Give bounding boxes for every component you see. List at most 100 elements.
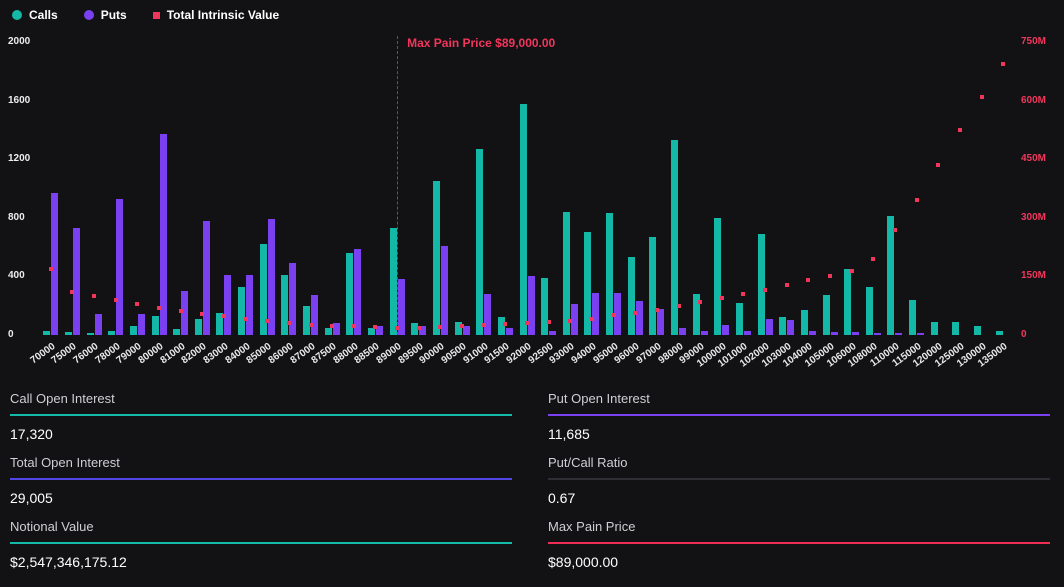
intrinsic-value-dot — [806, 278, 810, 282]
intrinsic-value-dot — [482, 323, 486, 327]
intrinsic-value-dot — [200, 312, 204, 316]
intrinsic-value-dot — [590, 317, 594, 321]
intrinsic-value-dot — [828, 274, 832, 278]
calls-bar — [130, 326, 137, 335]
calls-bar — [909, 300, 916, 335]
intrinsic-value-dot — [958, 128, 962, 132]
max-pain-annotation: Max Pain Price $89,000.00 — [407, 36, 555, 50]
calls-bar — [173, 329, 180, 335]
puts-bar — [809, 331, 816, 335]
calls-bar — [476, 149, 483, 335]
intrinsic-value-dot — [92, 294, 96, 298]
intrinsic-value-dot — [633, 311, 637, 315]
legend-label: Total Intrinsic Value — [167, 8, 279, 22]
intrinsic-value-dot — [438, 325, 442, 329]
stat-label: Put/Call Ratio — [548, 455, 1050, 480]
calls-bar — [714, 218, 721, 335]
calls-bar — [43, 331, 50, 335]
puts-bar — [831, 332, 838, 335]
intrinsic-value-dot — [309, 323, 313, 327]
puts-bar — [354, 249, 361, 335]
intrinsic-value-dot — [677, 304, 681, 308]
right-axis-tick-label: 750M — [1021, 36, 1061, 48]
options-open-interest-dashboard: Calls Puts Total Intrinsic Value Max Pain … — [0, 0, 1064, 587]
left-axis-tick-label: 800 — [8, 212, 42, 224]
calls-bar — [520, 104, 527, 335]
puts-bar — [506, 328, 513, 335]
legend-item-total-intrinsic-value[interactable]: Total Intrinsic Value — [153, 8, 279, 22]
puts-bar — [701, 331, 708, 335]
intrinsic-value-dot — [373, 325, 377, 329]
calls-bar — [238, 287, 245, 335]
stat-value: $2,547,346,175.12 — [10, 544, 512, 570]
puts-bar — [138, 314, 145, 335]
intrinsic-value-dot — [936, 163, 940, 167]
intrinsic-value-dot — [114, 298, 118, 302]
intrinsic-value-dot — [612, 313, 616, 317]
intrinsic-value-dot — [785, 283, 789, 287]
left-axis-tick-label: 2000 — [8, 36, 42, 48]
intrinsic-value-dot — [915, 198, 919, 202]
puts-bar — [95, 314, 102, 335]
calls-bar — [866, 287, 873, 335]
right-axis-tick-label: 0 — [1021, 329, 1061, 341]
stat-card-total-open-interest: Total Open Interest29,005 — [10, 455, 512, 506]
calls-bar — [325, 328, 332, 335]
calls-bar — [433, 181, 440, 335]
puts-bar — [224, 275, 231, 335]
intrinsic-value-dot — [850, 269, 854, 273]
intrinsic-value-dot — [70, 290, 74, 294]
puts-bar — [311, 295, 318, 335]
puts-bar — [528, 276, 535, 335]
puts-bar — [722, 325, 729, 335]
calls-bar — [649, 237, 656, 335]
intrinsic-value-dot — [352, 324, 356, 328]
legend-item-calls[interactable]: Calls — [12, 8, 58, 22]
intrinsic-value-dot — [49, 267, 53, 271]
intrinsic-value-dot — [980, 95, 984, 99]
chart-legend: Calls Puts Total Intrinsic Value — [12, 8, 279, 22]
left-axis-tick-label: 1200 — [8, 153, 42, 165]
puts-bar — [549, 331, 556, 335]
legend-item-puts[interactable]: Puts — [84, 8, 127, 22]
left-axis-tick-label: 1600 — [8, 95, 42, 107]
right-axis-tick-label: 600M — [1021, 95, 1061, 107]
stat-card-put-call-ratio: Put/Call Ratio0.67 — [548, 455, 1050, 506]
stat-label: Call Open Interest — [10, 391, 512, 416]
puts-bar — [636, 301, 643, 335]
right-axis-tick-label: 450M — [1021, 153, 1061, 165]
intrinsic-value-dot — [547, 320, 551, 324]
puts-bar — [116, 199, 123, 335]
calls-bar — [779, 317, 786, 335]
puts-bar — [203, 221, 210, 335]
calls-bar — [952, 322, 959, 335]
stat-value: $89,000.00 — [548, 544, 1050, 570]
calls-bar — [152, 316, 159, 335]
intrinsic-value-dot — [287, 321, 291, 325]
puts-bar — [51, 193, 58, 335]
calls-bar — [931, 322, 938, 335]
intrinsic-value-dot — [222, 314, 226, 318]
stat-value: 17,320 — [10, 416, 512, 442]
stat-label: Max Pain Price — [548, 519, 1050, 544]
intrinsic-value-dot — [763, 288, 767, 292]
puts-bar — [874, 333, 881, 335]
calls-bar — [736, 303, 743, 335]
calls-bar — [541, 278, 548, 335]
legend-label: Calls — [29, 8, 58, 22]
intrinsic-value-dot — [244, 317, 248, 321]
intrinsic-value-dot — [720, 296, 724, 300]
puts-bar — [246, 275, 253, 335]
stats-grid: Call Open Interest17,320Put Open Interes… — [0, 385, 1064, 583]
puts-bar — [73, 228, 80, 335]
puts-bar — [679, 328, 686, 335]
calls-bar — [281, 275, 288, 335]
puts-bar — [917, 333, 924, 335]
intrinsic-value-dot — [741, 292, 745, 296]
calls-bar — [974, 326, 981, 335]
left-axis-tick-label: 0 — [8, 329, 42, 341]
right-axis-tick-label: 300M — [1021, 212, 1061, 224]
puts-bar — [592, 293, 599, 335]
calls-bar — [844, 269, 851, 335]
calls-bar — [346, 253, 353, 335]
